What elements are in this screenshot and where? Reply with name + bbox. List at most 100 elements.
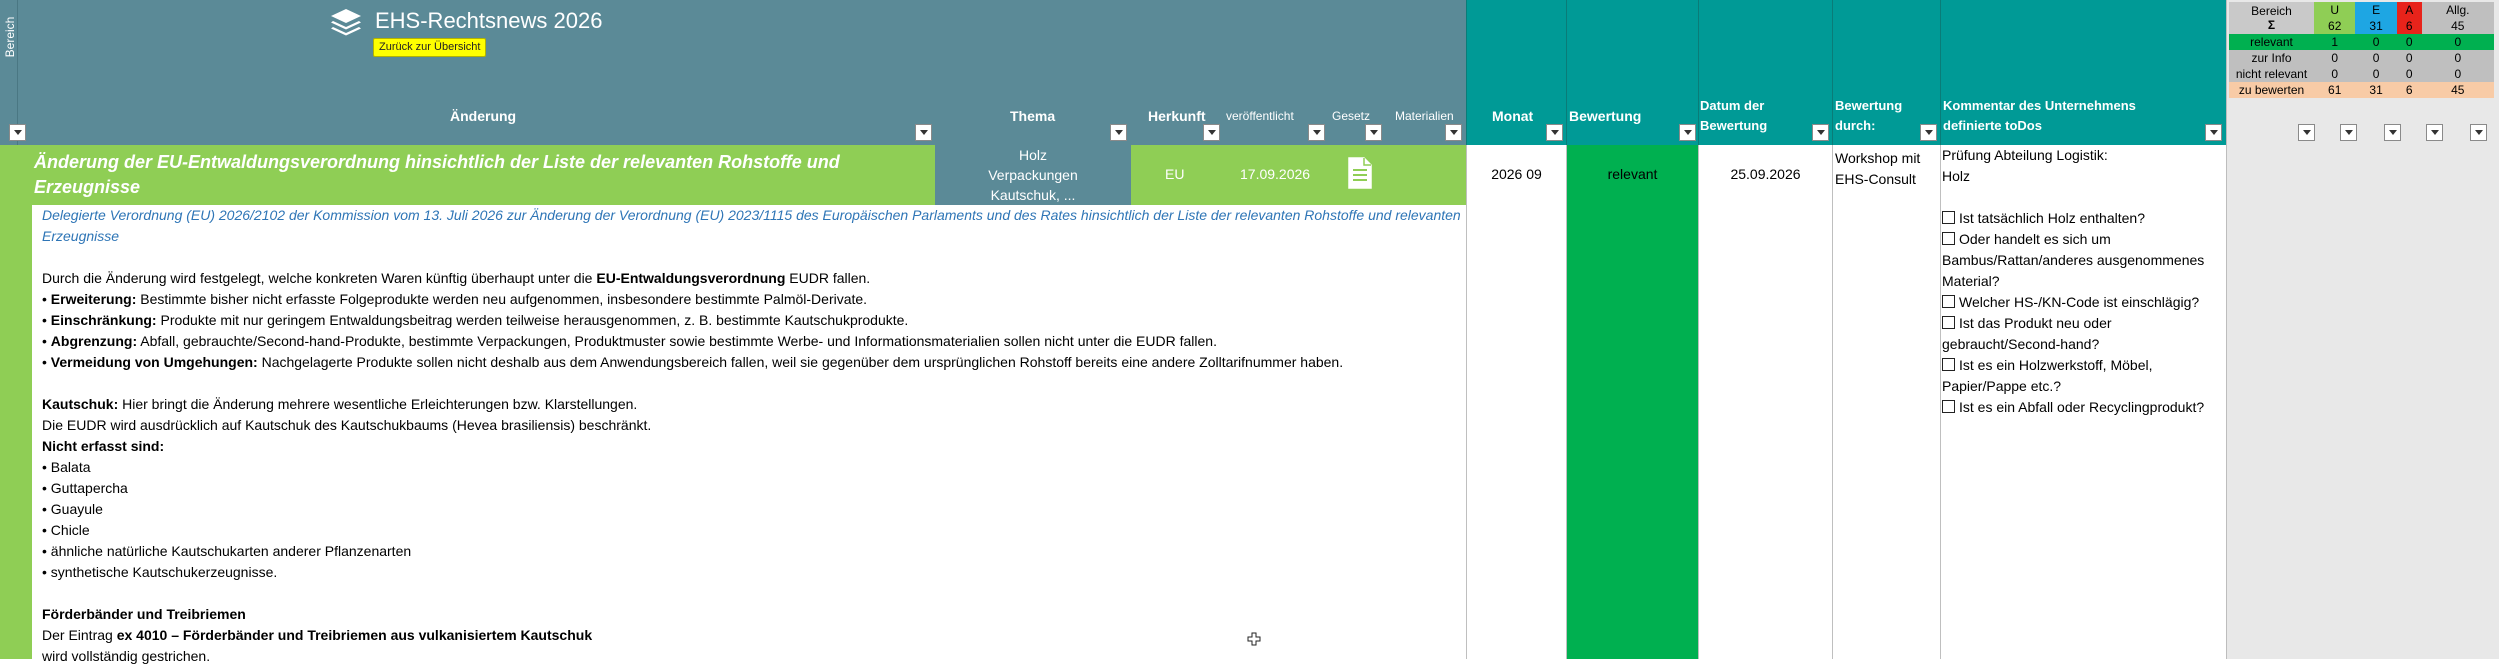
stats-total-a: 6 — [2396, 18, 2422, 34]
filter-button-veroeffentlicht[interactable] — [1308, 124, 1325, 141]
stats-cell: 6 — [2405, 83, 2413, 97]
stats-cell: 0 — [2454, 51, 2462, 65]
checkbox-icon[interactable] — [1942, 358, 1955, 371]
checklist-text: Oder handelt es sich um Bambus/Rattan/an… — [1942, 231, 2205, 289]
stats-sigma: Σ — [2267, 18, 2276, 32]
back-to-overview-button[interactable]: Zurück zur Übersicht — [373, 38, 487, 57]
list-item-text: Chicle — [50, 522, 90, 538]
list-item: • Guayule — [42, 501, 103, 517]
monat-value: 2026 09 — [1491, 166, 1542, 182]
bullet: • Einschränkung: Produkte mit nur gering… — [42, 312, 909, 328]
checklist-item[interactable]: Ist es ein Holzwerkstoff, Möbel, Papier/… — [1942, 355, 2222, 397]
entry-subtitle: Delegierte Verordnung (EU) 2026/2102 der… — [42, 207, 1461, 244]
body-intro: Durch die Änderung wird festgelegt, welc… — [42, 268, 1462, 289]
foerder-pre: Der Eintrag — [42, 627, 117, 643]
filter-button-aenderung[interactable] — [915, 124, 932, 141]
stats-cell: 0 — [2405, 67, 2413, 81]
filter-button-herkunft[interactable] — [1203, 124, 1220, 141]
filter-button-stat-a[interactable] — [2384, 124, 2401, 141]
col-header-aenderung: Änderung — [450, 108, 517, 124]
checklist-text: Welcher HS-/KN-Code ist einschlägig? — [1959, 294, 2200, 310]
list-item: • Chicle — [42, 522, 90, 538]
filter-button-stat-e[interactable] — [2340, 124, 2357, 141]
checklist-item[interactable]: Ist tatsächlich Holz enthalten? — [1942, 208, 2222, 229]
bewertung-value: relevant — [1607, 166, 1658, 182]
stats-head-u: U — [2314, 2, 2356, 18]
filter-button-bewertung-durch[interactable] — [1920, 124, 1937, 141]
checklist-item[interactable]: Ist es ein Abfall oder Recyclingprodukt? — [1942, 397, 2222, 418]
nicht-erfasst-heading: Nicht erfasst sind: — [42, 436, 1462, 457]
filter-button-materialien[interactable] — [1445, 124, 1462, 141]
bullet-bold: Vermeidung von Umgehungen: — [50, 354, 258, 370]
checklist-text: Ist es ein Abfall oder Recyclingprodukt? — [1959, 399, 2205, 415]
col-header-kommentar-line1: Kommentar des Unternehmens — [1943, 98, 2136, 113]
checkbox-icon[interactable] — [1942, 295, 1955, 308]
bewertung-durch-line: Workshop mit — [1835, 150, 1921, 166]
filter-button-bewertung[interactable] — [1679, 124, 1696, 141]
kommentar-cell: Prüfung Abteilung Logistik: Holz Ist tat… — [1942, 145, 2222, 418]
thema-line: Verpackungen — [988, 167, 1078, 183]
stats-head-allg: Allg. — [2421, 2, 2494, 18]
bullet-text: Nachgelagerte Produkte sollen nicht desh… — [257, 354, 1344, 370]
list-item: • Balata — [42, 459, 91, 475]
stats-cell: 0 — [2454, 35, 2462, 49]
bewertung-cell[interactable] — [1567, 145, 1698, 659]
foerder-bold: ex 4010 – Förderbänder und Treibriemen a… — [116, 627, 593, 643]
col-header-veroeffentlicht: veröffentlicht — [1226, 109, 1294, 123]
filter-button-stat-u[interactable] — [2298, 124, 2315, 141]
col-header-datum-line1: Datum der — [1700, 98, 1765, 113]
kautschuk-line2: Die EUDR wird ausdrücklich auf Kautschuk… — [42, 417, 652, 433]
list-item: • synthetische Kautschukerzeugnisse. — [42, 564, 278, 580]
checkbox-icon[interactable] — [1942, 211, 1955, 224]
thema-line: Kautschuk, ... — [990, 187, 1076, 203]
checklist-item[interactable]: Ist das Produkt neu oder gebraucht/Secon… — [1942, 313, 2222, 355]
filter-button-monat[interactable] — [1546, 124, 1563, 141]
checkbox-icon[interactable] — [1942, 232, 1955, 245]
crosshair-cursor-icon — [1247, 632, 1261, 646]
herkunft-value: EU — [1165, 166, 1185, 182]
filter-button-thema[interactable] — [1110, 124, 1127, 141]
list-item: • ähnliche natürliche Kautschukarten and… — [42, 543, 412, 559]
bullet-text: Bestimmte bisher nicht erfasste Folgepro… — [136, 291, 868, 307]
checklist-text: Ist es ein Holzwerkstoff, Möbel, Papier/… — [1942, 357, 2153, 394]
kautschuk-para: Kautschuk: Hier bringt die Änderung mehr… — [42, 394, 1462, 415]
bullet: • Erweiterung: Bestimmte bisher nicht er… — [42, 291, 868, 307]
nicht-erfasst-bold: Nicht erfasst sind: — [42, 438, 165, 454]
side-label: Bereich — [3, 16, 17, 58]
document-icon[interactable] — [1348, 157, 1372, 189]
stats-head-e: E — [2355, 2, 2397, 18]
filter-button-stat-allg[interactable] — [2426, 124, 2443, 141]
foerder-last: wird vollständig gestrichen. — [42, 648, 211, 664]
stats-cell: 61 — [2328, 83, 2342, 97]
filter-button-datum[interactable] — [1812, 124, 1829, 141]
col-header-bewertung-durch-line2: durch: — [1835, 118, 1876, 133]
kommentar-intro: Prüfung Abteilung Logistik: — [1942, 147, 2108, 163]
filter-button-stat-extra[interactable] — [2470, 124, 2487, 141]
col-header-thema: Thema — [1010, 108, 1056, 124]
stats-row-label: relevant — [2250, 35, 2293, 49]
checkbox-icon[interactable] — [1942, 400, 1955, 413]
stats-row-label: zur Info — [2251, 51, 2292, 65]
stats-cell: 0 — [2331, 51, 2339, 65]
checklist-item[interactable]: Welcher HS-/KN-Code ist einschlägig? — [1942, 292, 2222, 313]
bewertung-durch-line: EHS-Consult — [1835, 171, 1916, 187]
stats-cell: 31 — [2369, 83, 2383, 97]
datum-value: 25.09.2026 — [1730, 166, 1801, 182]
intro-bold: EU-Entwaldungsverordnung — [596, 270, 786, 286]
intro-text: Durch die Änderung wird festgelegt, welc… — [42, 270, 597, 286]
col-header-bewertung: Bewertung — [1569, 108, 1642, 124]
filter-button-gesetz[interactable] — [1365, 124, 1382, 141]
stats-total-u: 62 — [2314, 18, 2356, 34]
filter-button-bereich[interactable] — [9, 124, 26, 141]
checklist-item[interactable]: Oder handelt es sich um Bambus/Rattan/an… — [1942, 229, 2222, 292]
col-header-datum-line2: Bewertung — [1700, 118, 1768, 133]
entry-body: Durch die Änderung wird festgelegt, welc… — [42, 250, 1462, 667]
veroeffentlicht-value: 17.09.2026 — [1240, 166, 1311, 182]
stack-icon — [328, 6, 364, 40]
filter-button-kommentar[interactable] — [2205, 124, 2222, 141]
list-item-text: Balata — [50, 459, 91, 475]
col-header-gesetz: Gesetz — [1332, 109, 1371, 123]
foerder-heading: Förderbänder und Treibriemen — [42, 604, 1462, 625]
stats-total-e: 31 — [2355, 18, 2397, 34]
checkbox-icon[interactable] — [1942, 316, 1955, 329]
